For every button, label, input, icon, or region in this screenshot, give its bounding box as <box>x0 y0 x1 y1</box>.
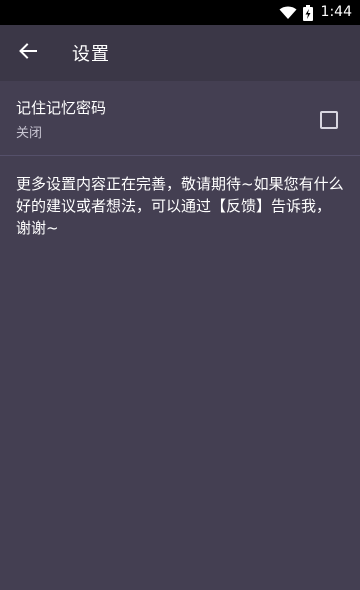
preference-remember-password[interactable]: 记住记忆密码 关闭 <box>0 81 360 156</box>
battery-charging-icon <box>302 4 313 21</box>
status-bar: 1:44 <box>0 0 360 25</box>
preference-title: 记住记忆密码 <box>16 99 107 117</box>
remember-password-checkbox[interactable] <box>320 111 338 129</box>
status-time: 1:44 <box>320 4 352 20</box>
toolbar: 设置 <box>0 25 360 81</box>
info-text: 更多设置内容正在完善，敬请期待~如果您有什么好的建议或者想法，可以通过【反馈】告… <box>16 175 344 237</box>
page-title: 设置 <box>72 44 110 65</box>
wifi-icon <box>279 6 297 20</box>
back-button[interactable] <box>0 25 56 81</box>
settings-screen: 1:44 设置 记住记忆密码 关闭 更多设置内容正在完善，敬请期待~如果您有什么… <box>0 0 360 590</box>
preference-text: 记住记忆密码 关闭 <box>16 98 106 142</box>
arrow-left-icon <box>19 43 37 63</box>
preference-summary: 关闭 <box>16 126 43 141</box>
